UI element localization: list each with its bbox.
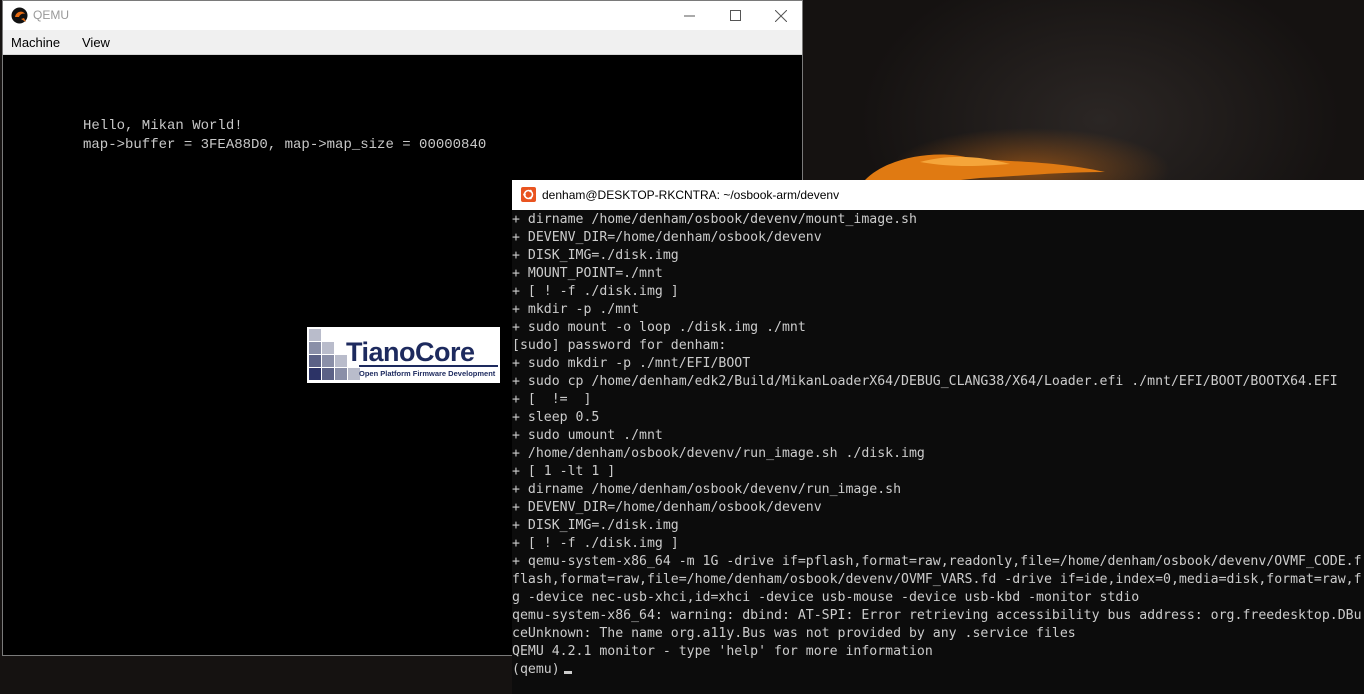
terminal-line: + dirname /home/denham/osbook/devenv/run… [512,482,902,497]
terminal-prompt: (qemu) [512,662,560,677]
tianocore-logo: TianoCore Open Platform Firmware Develop… [307,327,500,383]
terminal-line: + sudo mount -o loop ./disk.img ./mnt [512,320,806,335]
ubuntu-icon [521,187,536,202]
terminal-line: + DISK_IMG=./disk.img [512,518,679,533]
terminal-output[interactable]: + dirname /home/denham/osbook/devenv/mou… [512,210,1364,694]
maximize-icon [729,10,741,21]
terminal-line: + DISK_IMG=./disk.img [512,248,679,263]
qemu-logo-icon [11,7,28,24]
text-cursor [563,671,572,674]
wordmark-part2: Core [415,337,475,367]
terminal-line: QEMU 4.2.1 monitor - type 'help' for mor… [512,644,933,659]
boot-message-line: map->buffer = 3FEA88D0, map->map_size = … [83,137,487,153]
terminal-line: + DEVENV_DIR=/home/denham/osbook/devenv [512,230,822,245]
tianocore-tagline: Open Platform Firmware Development [359,369,496,378]
terminal-prompt-line[interactable]: (qemu) [512,661,572,679]
wordmark-part1: Tiano [346,337,416,367]
maximize-button[interactable] [712,1,758,30]
terminal-line: + /home/denham/osbook/devenv/run_image.s… [512,446,925,461]
qemu-titlebar[interactable]: QEMU [3,1,802,30]
terminal-line: + [ != ] [512,392,592,407]
minimize-icon [683,15,695,17]
boot-message-line: Hello, Mikan World! [83,118,243,134]
close-icon [775,9,787,22]
terminal-line: qemu-system-x86_64: warning: dbind: AT-S… [512,608,1362,623]
menu-bar: Machine View [3,30,802,55]
minimize-button[interactable] [666,1,712,30]
terminal-line: [sudo] password for denham: [512,338,727,353]
terminal-line: + sudo mkdir -p ./mnt/EFI/BOOT [512,356,751,371]
terminal-line: + sudo umount ./mnt [512,428,663,443]
terminal-line: + [ 1 -lt 1 ] [512,464,616,479]
terminal-line: g -device nec-usb-xhci,id=xhci -device u… [512,590,1140,605]
terminal-line: + sleep 0.5 [512,410,600,425]
terminal-line: + mkdir -p ./mnt [512,302,640,317]
terminal-line: flash,format=raw,file=/home/denham/osboo… [512,572,1362,587]
terminal-line: ceUnknown: The name org.a11y.Bus was not… [512,626,1076,641]
tianocore-wordmark: TianoCore [346,337,475,368]
terminal-line: + DEVENV_DIR=/home/denham/osbook/devenv [512,500,822,515]
terminal-line: + sudo cp /home/denham/edk2/Build/MikanL… [512,374,1338,389]
menu-machine[interactable]: Machine [11,35,60,50]
terminal-title: denham@DESKTOP-RKCNTRA: ~/osbook-arm/dev… [542,188,840,202]
terminal-line: + MOUNT_POINT=./mnt [512,266,663,281]
terminal-titlebar[interactable]: denham@DESKTOP-RKCNTRA: ~/osbook-arm/dev… [512,180,1364,210]
menu-view[interactable]: View [82,35,110,50]
terminal-line: + qemu-system-x86_64 -m 1G -drive if=pfl… [512,554,1362,569]
terminal-line: + [ ! -f ./disk.img ] [512,536,679,551]
window-title: QEMU [33,8,69,22]
logo-divider [359,365,498,367]
terminal-line: + dirname /home/denham/osbook/devenv/mou… [512,212,917,227]
close-button[interactable] [758,1,804,30]
terminal-line: + [ ! -f ./disk.img ] [512,284,679,299]
terminal-window: denham@DESKTOP-RKCNTRA: ~/osbook-arm/dev… [512,180,1364,694]
